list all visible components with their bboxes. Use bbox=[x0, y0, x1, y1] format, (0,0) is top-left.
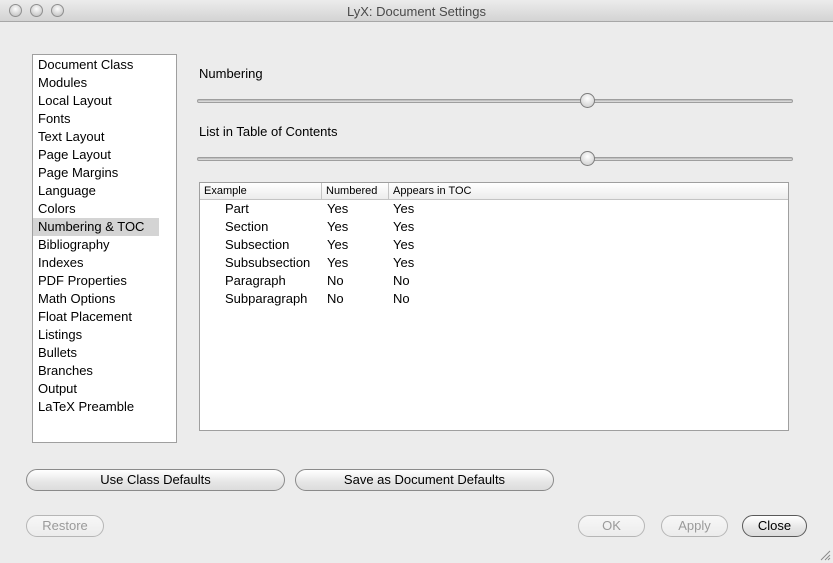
sidebar-item-page-layout[interactable]: Page Layout bbox=[33, 146, 176, 164]
sidebar-item-listings[interactable]: Listings bbox=[33, 326, 176, 344]
cell-example: Section bbox=[225, 219, 269, 234]
document-settings-window: LyX: Document Settings Document Class Mod… bbox=[0, 0, 833, 563]
table-row[interactable]: Subsubsection Yes Yes bbox=[200, 254, 788, 272]
sidebar-item-numbering-toc[interactable]: Numbering & TOC bbox=[33, 218, 159, 236]
sidebar-item-language[interactable]: Language bbox=[33, 182, 176, 200]
cell-example: Subsection bbox=[225, 237, 290, 252]
table-row[interactable]: Subsection Yes Yes bbox=[200, 236, 788, 254]
resize-grip-icon[interactable] bbox=[819, 549, 831, 561]
cell-appears-in-toc: No bbox=[393, 291, 410, 306]
sidebar-item-latex-preamble[interactable]: LaTeX Preamble bbox=[33, 398, 176, 416]
numbering-slider-handle[interactable] bbox=[580, 93, 595, 108]
cell-example: Subparagraph bbox=[225, 291, 308, 306]
numbering-slider-track[interactable] bbox=[197, 99, 793, 103]
use-class-defaults-button[interactable]: Use Class Defaults bbox=[26, 469, 285, 491]
sidebar-item-pdf-properties[interactable]: PDF Properties bbox=[33, 272, 176, 290]
cell-appears-in-toc: Yes bbox=[393, 255, 415, 270]
cell-numbered: Yes bbox=[327, 255, 349, 270]
ok-button[interactable]: OK bbox=[578, 515, 645, 537]
sidebar-item-output[interactable]: Output bbox=[33, 380, 176, 398]
cell-appears-in-toc: Yes bbox=[393, 201, 415, 216]
sidebar-item-bullets[interactable]: Bullets bbox=[33, 344, 176, 362]
cell-example: Part bbox=[225, 201, 249, 216]
sidebar-item-local-layout[interactable]: Local Layout bbox=[33, 92, 176, 110]
table-row[interactable]: Paragraph No No bbox=[200, 272, 788, 290]
table-row[interactable]: Section Yes Yes bbox=[200, 218, 788, 236]
cell-example: Subsubsection bbox=[225, 255, 311, 270]
toc-slider-track[interactable] bbox=[197, 157, 793, 161]
column-header-appears-in-toc[interactable]: Appears in TOC bbox=[389, 183, 788, 199]
title-bar[interactable]: LyX: Document Settings bbox=[0, 0, 833, 22]
sidebar-item-bibliography[interactable]: Bibliography bbox=[33, 236, 176, 254]
cell-numbered: Yes bbox=[327, 201, 349, 216]
numbering-slider[interactable] bbox=[197, 93, 793, 109]
numbering-table: Example Numbered Appears in TOC Part Yes Y… bbox=[199, 182, 789, 431]
sidebar-item-document-class[interactable]: Document Class bbox=[33, 56, 176, 74]
sidebar-item-text-layout[interactable]: Text Layout bbox=[33, 128, 176, 146]
cell-appears-in-toc: Yes bbox=[393, 219, 415, 234]
cell-numbered: No bbox=[327, 273, 344, 288]
restore-button[interactable]: Restore bbox=[26, 515, 104, 537]
save-as-document-defaults-button[interactable]: Save as Document Defaults bbox=[295, 469, 554, 491]
cell-numbered: Yes bbox=[327, 219, 349, 234]
cell-example: Paragraph bbox=[225, 273, 286, 288]
apply-button[interactable]: Apply bbox=[661, 515, 728, 537]
numbering-label: Numbering bbox=[199, 66, 263, 81]
sidebar-item-colors[interactable]: Colors bbox=[33, 200, 176, 218]
settings-category-list[interactable]: Document Class Modules Local Layout Fonts Te… bbox=[32, 54, 177, 443]
table-row[interactable]: Part Yes Yes bbox=[200, 200, 788, 218]
cell-numbered: Yes bbox=[327, 237, 349, 252]
toc-slider-handle[interactable] bbox=[580, 151, 595, 166]
window-title: LyX: Document Settings bbox=[347, 4, 486, 19]
sidebar-item-modules[interactable]: Modules bbox=[33, 74, 176, 92]
table-body: Part Yes Yes Section Yes Yes Subsection Yes Yes S… bbox=[200, 200, 788, 308]
table-row[interactable]: Subparagraph No No bbox=[200, 290, 788, 308]
sidebar-item-page-margins[interactable]: Page Margins bbox=[33, 164, 176, 182]
close-button[interactable]: Close bbox=[742, 515, 807, 537]
cell-appears-in-toc: Yes bbox=[393, 237, 415, 252]
sidebar-item-math-options[interactable]: Math Options bbox=[33, 290, 176, 308]
sidebar-item-indexes[interactable]: Indexes bbox=[33, 254, 176, 272]
cell-numbered: No bbox=[327, 291, 344, 306]
sidebar-item-fonts[interactable]: Fonts bbox=[33, 110, 176, 128]
toc-slider[interactable] bbox=[197, 151, 793, 167]
toc-label: List in Table of Contents bbox=[199, 124, 338, 139]
sidebar-item-float-placement[interactable]: Float Placement bbox=[33, 308, 176, 326]
table-header: Example Numbered Appears in TOC bbox=[200, 183, 788, 200]
sidebar-item-branches[interactable]: Branches bbox=[33, 362, 176, 380]
cell-appears-in-toc: No bbox=[393, 273, 410, 288]
column-header-example[interactable]: Example bbox=[200, 183, 322, 199]
column-header-numbered[interactable]: Numbered bbox=[322, 183, 389, 199]
